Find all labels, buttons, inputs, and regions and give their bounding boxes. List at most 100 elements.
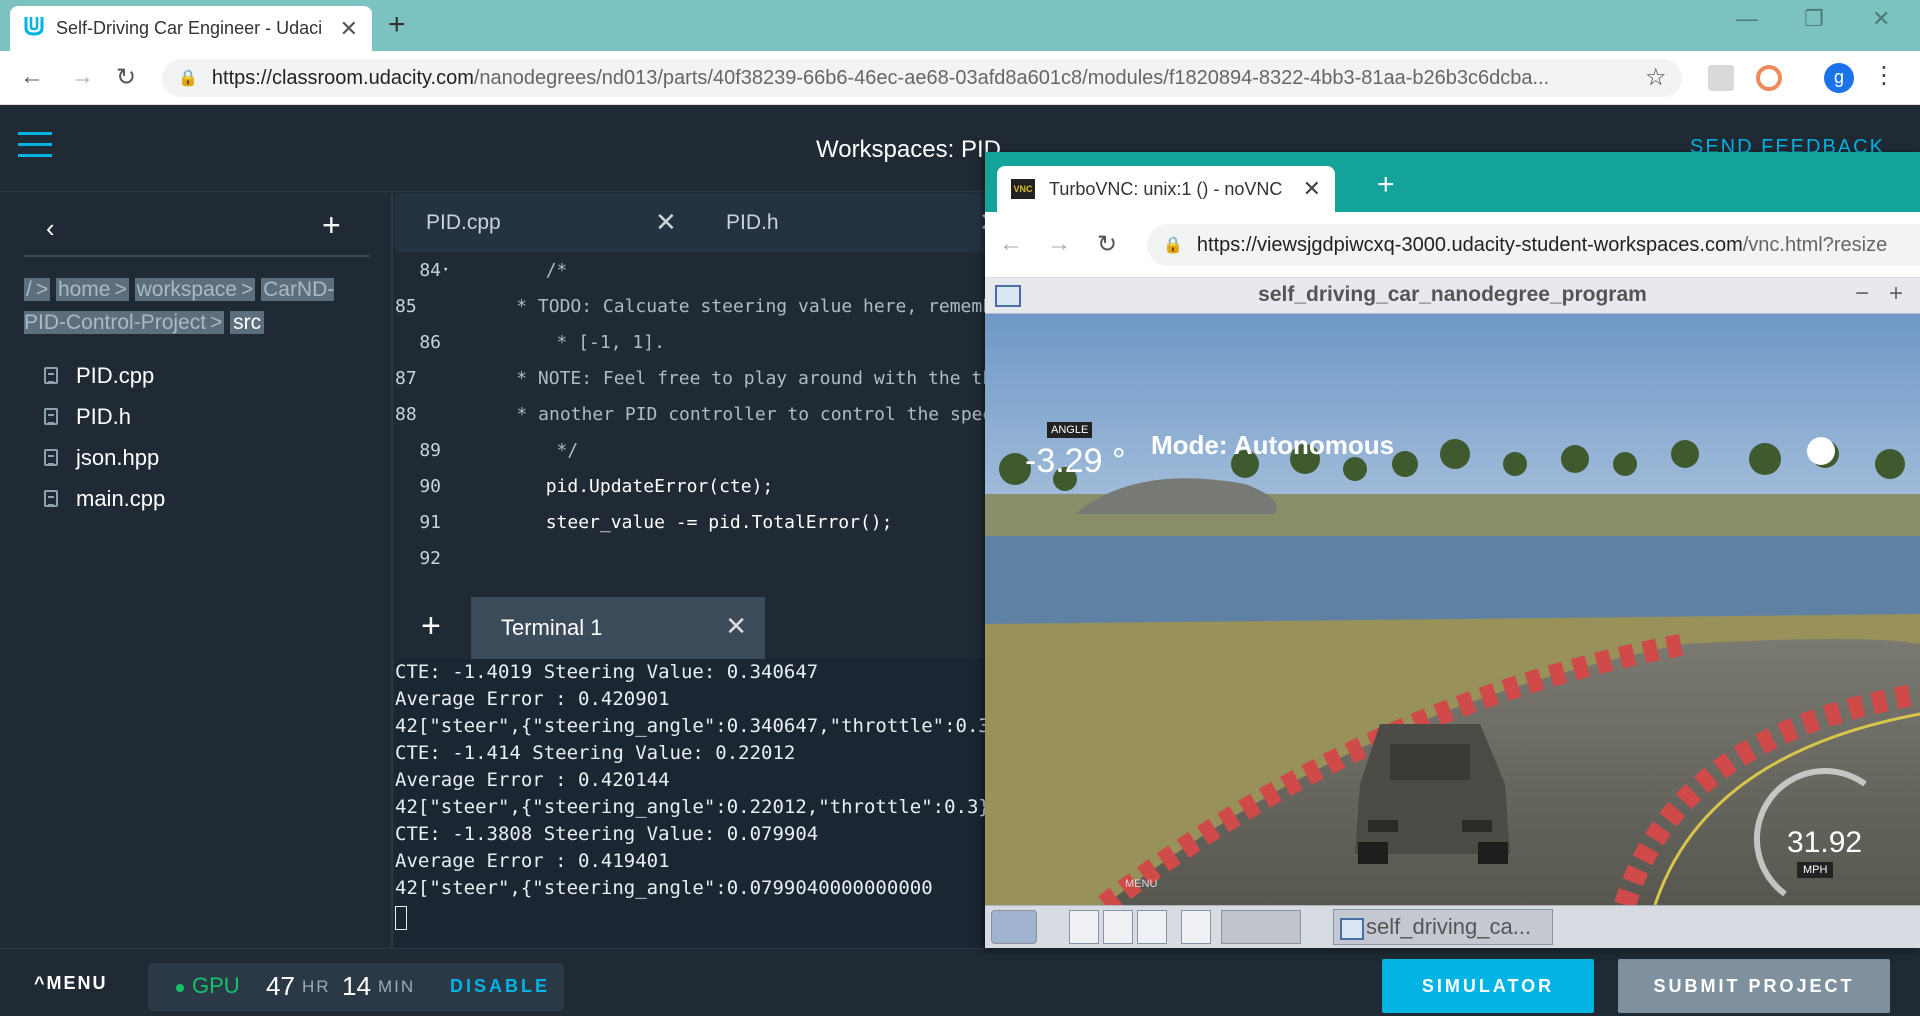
start-menu-icon[interactable] xyxy=(991,910,1037,944)
simulator-scene-image xyxy=(985,314,1920,914)
terminal-icon[interactable] xyxy=(1137,910,1167,944)
browser-menu-icon[interactable]: ⋮ xyxy=(1872,61,1896,90)
breadcrumb-current[interactable]: src xyxy=(230,311,265,334)
file-item-pid-h[interactable]: PID.h xyxy=(44,396,165,437)
minimize-icon[interactable]: — xyxy=(1736,6,1758,32)
menu-label: MENU xyxy=(46,973,108,993)
terminal-prompt[interactable] xyxy=(395,902,985,930)
menu-toggle[interactable]: ^MENU xyxy=(34,973,108,994)
url-host: https://classroom.udacity.com xyxy=(211,66,474,89)
terminal-line: Average Error : 0.420901 xyxy=(395,688,670,710)
divider xyxy=(24,255,370,257)
code-text: steer_value -= pid.TotalError(); xyxy=(459,511,893,533)
code-line[interactable]: 92 xyxy=(395,540,985,576)
taskbar-task-simulator[interactable]: self_driving_ca... xyxy=(1333,909,1553,945)
line-number: 86 xyxy=(419,331,441,353)
tab-label: PID.cpp xyxy=(426,210,501,234)
screen: Self-Driving Car Engineer - Udaci ✕ + — … xyxy=(0,0,1920,1016)
simulator-view[interactable]: ANGLE -3.29 ° Mode: Autonomous 31.92 MPH… xyxy=(985,314,1920,914)
breadcrumb-workspace[interactable]: workspace xyxy=(134,278,239,301)
line-number: 91 xyxy=(419,511,441,533)
back-arrow-icon[interactable]: ← xyxy=(999,230,1023,258)
maximize-icon[interactable]: + xyxy=(1889,280,1903,308)
address-bar[interactable]: 🔒 https://classroom.udacity.com/nanodegr… xyxy=(162,59,1682,97)
file-item-main-cpp[interactable]: main.cpp xyxy=(44,478,165,519)
browser-tab[interactable]: Self-Driving Car Engineer - Udaci ✕ xyxy=(10,6,372,51)
vnc-browser-tab[interactable]: VNC TurboVNC: unix:1 () - noVNC ✕ xyxy=(997,166,1335,212)
code-line[interactable]: 90 pid.UpdateError(cte); xyxy=(395,468,985,504)
gpu-status-dot xyxy=(176,984,184,992)
minimize-icon[interactable]: − xyxy=(1855,280,1869,308)
hamburger-menu-icon[interactable] xyxy=(18,132,52,160)
code-line[interactable]: 84 ▾ /* xyxy=(395,252,985,288)
simulator-button[interactable]: SIMULATOR xyxy=(1382,959,1594,1013)
fold-icon[interactable]: ▾ xyxy=(443,265,459,275)
file-name: PID.cpp xyxy=(76,362,155,388)
x11-titlebar: self_driving_car_nanodegree_program − + xyxy=(985,278,1920,314)
close-tab-icon[interactable]: ✕ xyxy=(1303,176,1321,202)
code-text: pid.UpdateError(cte); xyxy=(459,475,774,497)
pdf-extension-icon[interactable] xyxy=(1708,65,1734,91)
tab-pid-h[interactable]: PID.h ✕ xyxy=(726,193,985,252)
close-tab-icon[interactable]: ✕ xyxy=(655,207,677,238)
reload-icon[interactable]: ↻ xyxy=(116,63,136,92)
terminal-tabbar: + Terminal 1 ✕ xyxy=(395,597,985,659)
app-launcher-icon[interactable] xyxy=(1103,910,1133,944)
back-arrow-icon[interactable]: ← xyxy=(20,63,44,91)
extension-ring-icon[interactable] xyxy=(1756,65,1782,91)
close-tab-icon[interactable]: ✕ xyxy=(340,16,358,42)
vnc-browser-window: VNC TurboVNC: unix:1 () - noVNC ✕ + ← → … xyxy=(985,152,1920,948)
file-icon xyxy=(44,449,58,466)
tab-pid-cpp[interactable]: PID.cpp ✕ xyxy=(426,193,696,252)
x11-window-title: self_driving_car_nanodegree_program xyxy=(1258,283,1647,306)
chevron-left-icon[interactable]: ‹ xyxy=(46,213,55,244)
forward-arrow-icon[interactable]: → xyxy=(70,63,94,91)
file-manager-icon[interactable] xyxy=(1069,910,1099,944)
new-tab-button[interactable]: + xyxy=(1377,168,1395,202)
reload-icon[interactable]: ↻ xyxy=(1097,230,1117,259)
vnc-address-bar[interactable]: 🔒 https://viewsjgdpiwcxq-3000.udacity-st… xyxy=(1147,224,1920,266)
code-line[interactable]: 85 * TODO: Calcuate steering value here,… xyxy=(395,288,985,324)
gpu-minutes-label: MIN xyxy=(378,977,416,996)
close-window-icon[interactable]: ✕ xyxy=(1872,6,1890,32)
editor-tabs: PID.cpp ✕ PID.h ✕ xyxy=(395,193,985,252)
bookmark-star-icon[interactable]: ☆ xyxy=(1645,63,1667,92)
workspace-pager[interactable] xyxy=(1221,910,1301,944)
gpu-status: GPU 47 HR 14 MIN DISABLE xyxy=(148,963,564,1011)
file-name: PID.h xyxy=(76,403,132,429)
code-line[interactable]: 86 * [-1, 1]. xyxy=(395,324,985,360)
file-icon xyxy=(44,367,58,384)
code-line[interactable]: 91 steer_value -= pid.TotalError(); xyxy=(395,504,985,540)
code-line[interactable]: 89 */ xyxy=(395,432,985,468)
terminal-output[interactable]: CTE: -1.4019 Steering Value: 0.340647 Ave… xyxy=(395,659,985,948)
code-area[interactable]: 84 ▾ /* 85 * TODO: Calcuate steering value… xyxy=(395,252,985,576)
breadcrumb-home[interactable]: home xyxy=(55,278,113,301)
restore-icon[interactable]: ❐ xyxy=(1804,6,1824,32)
vnc-tab-title: TurboVNC: unix:1 () - noVNC xyxy=(1049,178,1283,199)
terminal-line: CTE: -1.4019 Steering Value: 0.340647 xyxy=(395,661,819,683)
terminal-line: CTE: -1.414 Steering Value: 0.22012 xyxy=(395,742,796,764)
tab-terminal-1[interactable]: Terminal 1 ✕ xyxy=(471,597,765,659)
code-line[interactable]: 87 * NOTE: Feel free to play around with… xyxy=(395,360,985,396)
code-text: * another PID controller to control the … xyxy=(418,403,986,425)
forward-arrow-icon[interactable]: → xyxy=(1047,230,1071,258)
gpu-minutes: 14 xyxy=(342,971,371,1001)
profile-avatar[interactable]: g xyxy=(1824,63,1854,93)
line-number: 87 xyxy=(395,367,417,389)
lock-icon: 🔒 xyxy=(178,70,198,87)
file-item-pid-cpp[interactable]: PID.cpp xyxy=(44,355,165,396)
new-terminal-button[interactable]: + xyxy=(421,607,441,646)
file-item-json-hpp[interactable]: json.hpp xyxy=(44,437,165,478)
code-editor: PID.cpp ✕ PID.h ✕ 84▾ /*85 * TODO: Calcu… xyxy=(395,193,985,595)
sim-menu-button[interactable]: MENU xyxy=(1125,878,1157,890)
breadcrumb-separator: > xyxy=(33,278,51,301)
x11-taskbar: self_driving_ca... xyxy=(985,905,1920,948)
submit-project-button[interactable]: SUBMIT PROJECT xyxy=(1618,959,1890,1013)
new-tab-button[interactable]: + xyxy=(388,8,406,42)
close-terminal-icon[interactable]: ✕ xyxy=(725,611,747,642)
add-file-button[interactable]: + xyxy=(322,207,341,244)
code-line[interactable]: 88 * another PID controller to control t… xyxy=(395,396,985,432)
desktop-icon[interactable] xyxy=(1181,910,1211,944)
disable-gpu-button[interactable]: DISABLE xyxy=(450,976,550,997)
breadcrumb-root[interactable]: / xyxy=(24,278,34,301)
